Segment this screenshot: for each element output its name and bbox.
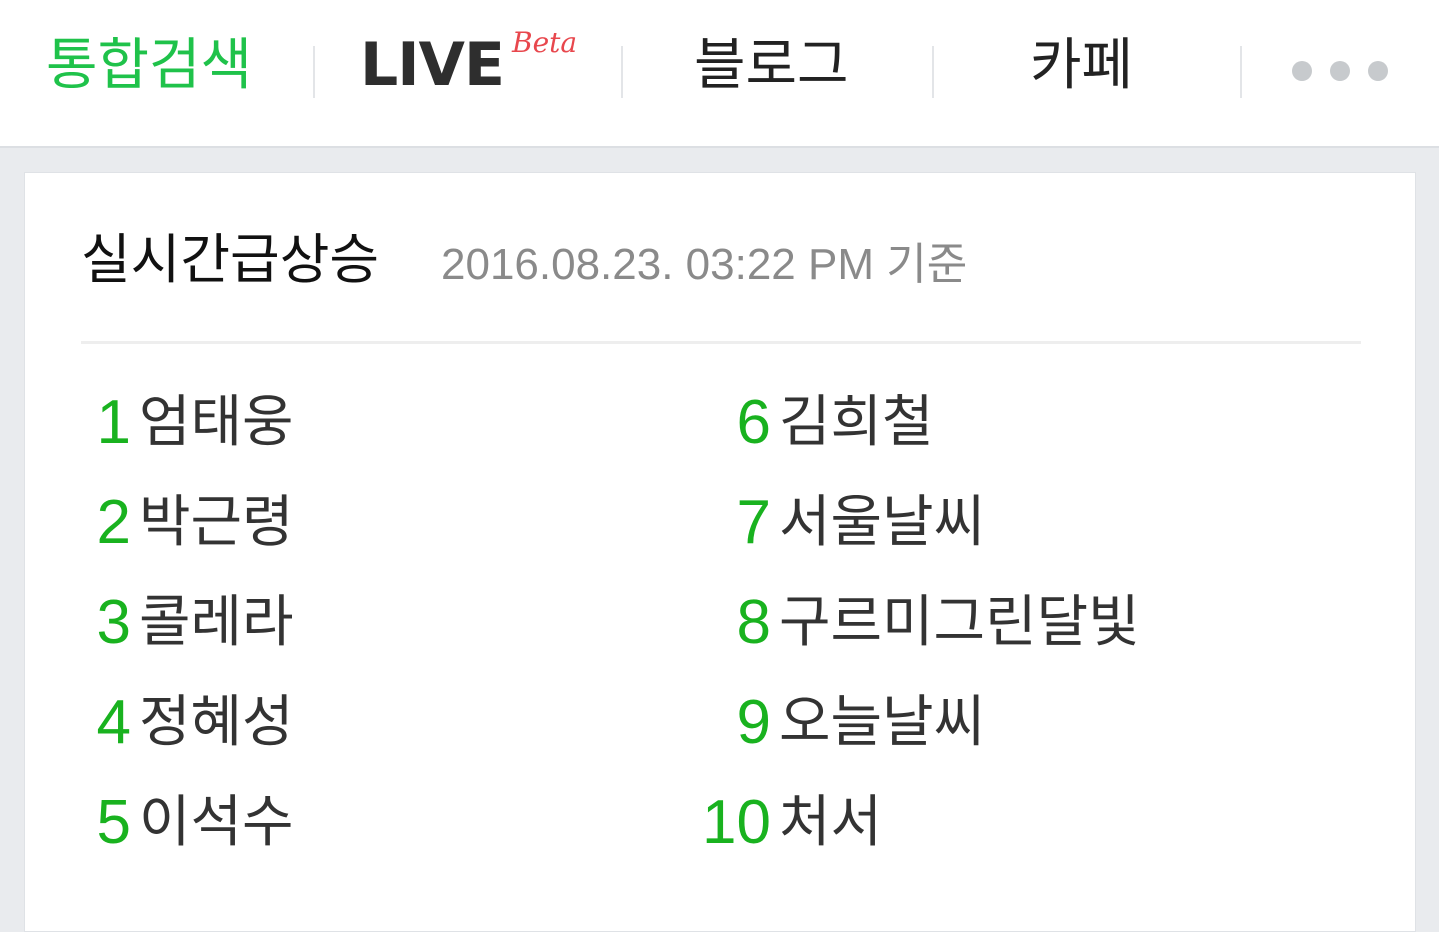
- rank-number: 1: [96, 388, 131, 457]
- more-dots-icon[interactable]: [1290, 59, 1390, 83]
- rank-number: 3: [96, 588, 131, 657]
- trending-keyword: 오늘날씨: [779, 690, 986, 755]
- tab-blog[interactable]: 블로그: [694, 26, 849, 106]
- rank-number: 2: [96, 488, 131, 557]
- trending-keyword: 서울날씨: [779, 490, 986, 555]
- tab-cafe[interactable]: 카페: [1030, 26, 1133, 106]
- trending-card: 실시간급상승 2016.08.23. 03:22 PM 기준 1 엄태웅 2 박…: [24, 172, 1416, 932]
- rank-number: 8: [736, 588, 771, 657]
- live-label: LIVE: [360, 30, 505, 100]
- rank-number: 9: [736, 688, 771, 757]
- trending-keyword: 김희철: [779, 390, 934, 455]
- rank-number: 10: [702, 788, 771, 857]
- dot-shape: [1292, 61, 1312, 81]
- rank-number: 6: [736, 388, 771, 457]
- trending-keyword: 콜레라: [139, 590, 294, 655]
- tab-separator: [313, 46, 315, 98]
- dot-shape: [1368, 61, 1388, 81]
- top-navigation: 통합검색 LIVE Beta 블로그 카페: [0, 0, 1439, 148]
- trending-title: 실시간급상승: [81, 228, 380, 291]
- trending-keyword: 이석수: [139, 790, 294, 855]
- tab-separator: [621, 46, 623, 98]
- tab-separator: [932, 46, 934, 98]
- tab-integrated-search[interactable]: 통합검색: [46, 26, 252, 106]
- trending-keyword: 박근령: [139, 490, 294, 555]
- tab-separator: [1240, 46, 1242, 98]
- trending-keyword: 처서: [779, 790, 883, 855]
- trending-keyword: 구르미그린달빛: [779, 590, 1140, 655]
- divider: [81, 341, 1361, 344]
- dot-shape: [1330, 61, 1350, 81]
- rank-number: 5: [96, 788, 131, 857]
- beta-badge: Beta: [512, 26, 578, 59]
- trending-keyword: 정혜성: [139, 690, 294, 755]
- trending-timestamp: 2016.08.23. 03:22 PM 기준: [441, 240, 968, 289]
- rank-number: 7: [736, 488, 771, 557]
- trending-keyword: 엄태웅: [139, 390, 294, 455]
- rank-number: 4: [96, 688, 131, 757]
